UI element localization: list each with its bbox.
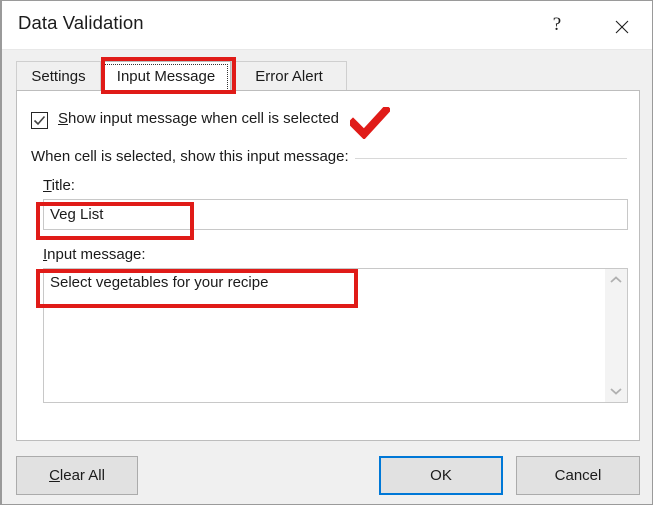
data-validation-dialog: Data Validation ? Settings Input Message… <box>0 0 653 505</box>
title-bar: Data Validation ? <box>2 1 652 50</box>
title-input[interactable] <box>43 199 628 230</box>
label-rest: nput message: <box>47 246 146 263</box>
scroll-down-button[interactable] <box>605 380 627 402</box>
tab-error-alert[interactable]: Error Alert <box>231 61 347 91</box>
chevron-down-icon <box>610 388 622 395</box>
show-input-message-checkbox[interactable] <box>31 112 48 129</box>
group-box-label: When cell is selected, show this input m… <box>31 148 355 165</box>
input-message-textarea[interactable] <box>44 269 605 402</box>
help-button[interactable]: ? <box>534 1 580 48</box>
question-mark-icon: ? <box>552 14 562 35</box>
tab-strip: Settings Input Message Error Alert <box>16 61 636 91</box>
label-rest: itle: <box>51 177 75 194</box>
input-message-scrollbar[interactable] <box>605 269 627 402</box>
input-message-panel: Show input message when cell is selected… <box>16 90 640 441</box>
label-rest: lear All <box>59 467 105 484</box>
clear-all-button[interactable]: Clear All <box>16 456 138 495</box>
cancel-button[interactable]: Cancel <box>516 456 640 495</box>
accel-letter: S <box>58 110 69 127</box>
tab-input-message-label: Input Message <box>116 68 216 85</box>
label-rest: how input message when cell is selected <box>68 110 339 127</box>
dialog-title: Data Validation <box>18 12 144 33</box>
show-input-message-label: Show input message when cell is selected <box>58 110 339 127</box>
accel-letter: C <box>49 467 60 484</box>
title-field-label: Title: <box>43 177 75 194</box>
checkmark-icon <box>33 115 46 126</box>
tab-input-message[interactable]: Input Message <box>101 61 231 91</box>
tab-settings[interactable]: Settings <box>16 61 101 91</box>
chevron-up-icon <box>610 276 622 283</box>
input-message-field-label: Input message: <box>43 246 146 263</box>
ok-button[interactable]: OK <box>379 456 503 495</box>
close-icon <box>599 1 645 48</box>
scroll-up-button[interactable] <box>605 269 627 291</box>
accel-letter: T <box>43 177 52 194</box>
close-button[interactable] <box>599 1 645 48</box>
input-message-textarea-wrapper <box>43 268 628 403</box>
